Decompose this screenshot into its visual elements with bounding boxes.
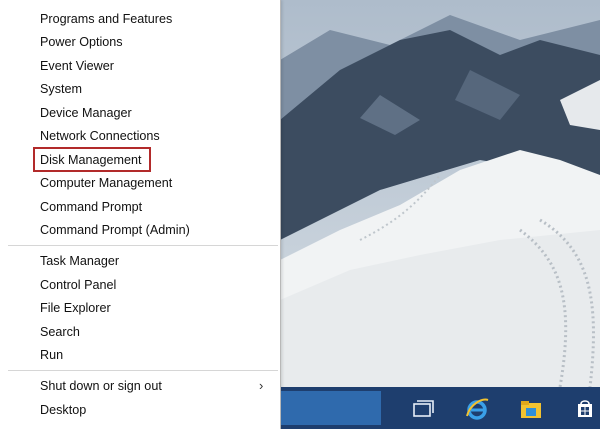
menu-item-network-connections[interactable]: Network Connections bbox=[40, 127, 160, 145]
menu-item-run[interactable]: Run bbox=[40, 346, 63, 364]
menu-item-command-prompt[interactable]: Command Prompt bbox=[40, 198, 142, 216]
menu-item-search[interactable]: Search bbox=[40, 323, 80, 341]
menu-item-task-manager[interactable]: Task Manager bbox=[40, 252, 119, 270]
menu-item-event-viewer[interactable]: Event Viewer bbox=[40, 57, 114, 75]
menu-item-disk-management[interactable]: Disk Management bbox=[40, 151, 142, 169]
menu-item-desktop[interactable]: Desktop bbox=[40, 401, 86, 419]
menu-item-computer-management[interactable]: Computer Management bbox=[40, 174, 172, 192]
task-view-icon[interactable] bbox=[409, 396, 435, 422]
menu-item-file-explorer[interactable]: File Explorer bbox=[40, 299, 111, 317]
power-user-menu: Programs and Features Power Options Even… bbox=[0, 0, 281, 429]
menu-item-power-options[interactable]: Power Options bbox=[40, 33, 123, 51]
menu-item-control-panel[interactable]: Control Panel bbox=[40, 276, 116, 294]
menu-item-shut-down-or-sign-out[interactable]: Shut down or sign out bbox=[40, 377, 162, 395]
store-icon[interactable] bbox=[572, 396, 598, 422]
menu-item-device-manager[interactable]: Device Manager bbox=[40, 104, 132, 122]
taskbar-search-box[interactable] bbox=[281, 391, 381, 425]
internet-explorer-icon[interactable] bbox=[464, 396, 490, 422]
menu-item-command-prompt-admin[interactable]: Command Prompt (Admin) bbox=[40, 221, 190, 239]
menu-item-system[interactable]: System bbox=[40, 80, 82, 98]
menu-separator bbox=[8, 245, 278, 246]
menu-item-programs-and-features[interactable]: Programs and Features bbox=[40, 10, 172, 28]
menu-separator bbox=[8, 370, 278, 371]
file-explorer-icon[interactable] bbox=[518, 396, 544, 422]
taskbar bbox=[281, 387, 600, 429]
chevron-right-icon: › bbox=[259, 378, 264, 393]
